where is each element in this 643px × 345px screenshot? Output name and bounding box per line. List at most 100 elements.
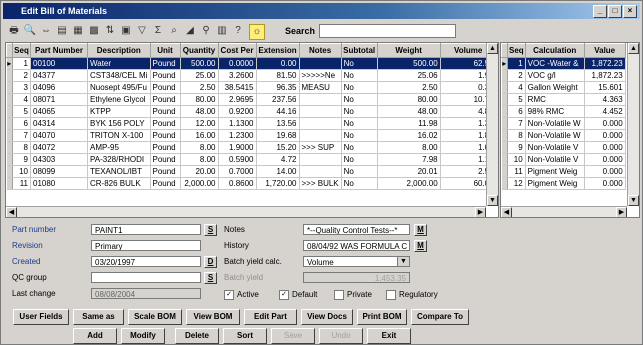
cell-value[interactable]: 4.452 xyxy=(584,105,626,118)
qc-group-field[interactable] xyxy=(91,272,201,283)
calc-horizontal-scrollbar[interactable]: ◀ ▶ xyxy=(501,206,627,217)
scroll-down-icon[interactable]: ▼ xyxy=(487,195,498,206)
close-button[interactable]: × xyxy=(623,5,637,18)
table-row[interactable]: ▸ 1 00100 Water Pound 500.00 0.0000 0.00 No 500.0… xyxy=(6,57,497,70)
batch-yield-calc-select[interactable]: Volume ▼ xyxy=(303,256,410,267)
table-row[interactable]: 8 Non-Volatile W 0.000 xyxy=(501,129,626,142)
scroll-up-icon[interactable]: ▲ xyxy=(487,43,498,54)
cell-subtotal[interactable]: No xyxy=(341,177,378,190)
cell-part-number[interactable]: 04072 xyxy=(30,141,88,154)
part-number-field[interactable]: PAINT1 xyxy=(91,224,201,235)
search-bulb-icon[interactable]: ☼ xyxy=(249,24,265,40)
column-header-seq[interactable]: Seq xyxy=(12,43,31,58)
cell-extension[interactable]: 15.20 xyxy=(256,141,300,154)
cell-description[interactable]: BYK 156 POLY xyxy=(87,117,151,130)
column-header-unit[interactable]: Unit xyxy=(149,43,181,58)
cell-value[interactable]: 1,872.23 xyxy=(584,57,626,70)
cell-notes[interactable] xyxy=(299,129,342,142)
table-row[interactable]: 8 04072 AMP-95 Pound 8.00 1.9000 15.20 >>> SUP N… xyxy=(6,141,497,154)
cell-extension[interactable]: 19.68 xyxy=(256,129,300,142)
cell-seq[interactable]: 5 xyxy=(507,93,526,106)
cell-seq[interactable]: 8 xyxy=(12,141,31,154)
cell-seq[interactable]: 5 xyxy=(12,105,31,118)
cell-unit[interactable]: Pound xyxy=(150,81,181,94)
cell-description[interactable]: Ethylene Glycol xyxy=(87,93,151,106)
details-icon[interactable]: ▤ xyxy=(55,24,69,38)
cell-unit[interactable]: Pound xyxy=(150,69,181,82)
table-row[interactable]: 2 VOC g/l 1,872.23 xyxy=(501,69,626,82)
cell-unit[interactable]: Pound xyxy=(150,105,181,118)
column-header-seq[interactable]: Seq xyxy=(507,43,526,58)
part-number-search-button[interactable]: S xyxy=(204,224,217,236)
cell-subtotal[interactable]: No xyxy=(341,69,378,82)
table-row[interactable]: 3 04096 Nuosept 495/Fu Pound 2.50 38.5415 96.3… xyxy=(6,81,497,94)
cell-description[interactable]: CR-826 BULK xyxy=(87,177,151,190)
cell-calculation[interactable]: Non-Volatile V xyxy=(525,153,585,166)
scroll-left-icon[interactable]: ◀ xyxy=(6,207,17,217)
cell-extension[interactable]: 44.16 xyxy=(256,105,300,118)
cell-calculation[interactable]: Pigment Weig xyxy=(525,177,585,190)
qc-group-search-button[interactable]: S xyxy=(204,272,217,284)
cell-cost-per[interactable]: 1.2300 xyxy=(218,129,257,142)
cell-weight[interactable]: 16.02 xyxy=(377,129,441,142)
cell-subtotal[interactable]: No xyxy=(341,57,378,70)
cell-part-number[interactable]: 00100 xyxy=(30,57,88,70)
cell-value[interactable]: 0.000 xyxy=(584,117,626,130)
save-button[interactable]: Save xyxy=(271,328,315,344)
cell-quantity[interactable]: 20.00 xyxy=(180,165,219,178)
cell-notes[interactable] xyxy=(299,165,342,178)
cell-part-number[interactable]: 04314 xyxy=(30,117,88,130)
default-checkbox[interactable]: ✓ Default xyxy=(279,290,317,300)
notes-memo-button[interactable]: M xyxy=(414,224,427,236)
table-row[interactable]: 10 08099 TEXANOL/IBT Pound 20.00 0.7000 14.00 N… xyxy=(6,165,497,178)
user-fields-button[interactable]: User Fields xyxy=(13,309,69,325)
column-header-notes[interactable]: Notes xyxy=(298,43,342,58)
cell-seq[interactable]: 11 xyxy=(507,165,526,178)
cell-calculation[interactable]: VOC -Water & xyxy=(525,57,585,70)
cell-description[interactable]: KTPP xyxy=(87,105,151,118)
column-header-cost-per[interactable]: Cost Per xyxy=(217,43,257,58)
table-row[interactable]: 6 04314 BYK 156 POLY Pound 12.00 1.1300 13.56 N… xyxy=(6,117,497,130)
cell-seq[interactable]: 1 xyxy=(12,57,31,70)
cell-notes[interactable] xyxy=(299,57,342,70)
table-row[interactable]: 11 Pigment Weig 0.000 xyxy=(501,165,626,178)
cell-cost-per[interactable]: 0.7000 xyxy=(218,165,257,178)
pin-icon[interactable]: ⚲ xyxy=(199,24,213,38)
cell-seq[interactable]: 7 xyxy=(507,117,526,130)
cell-unit[interactable]: Pound xyxy=(150,117,181,130)
sum-icon[interactable]: Σ xyxy=(151,24,165,38)
cell-description[interactable]: Nuosept 495/Fu xyxy=(87,81,151,94)
cell-seq[interactable]: 6 xyxy=(507,105,526,118)
edit-part-button[interactable]: Edit Part xyxy=(244,309,297,325)
cell-notes[interactable] xyxy=(299,117,342,130)
private-checkbox[interactable]: Private xyxy=(334,290,372,300)
find-icon[interactable]: ⌕ xyxy=(167,24,181,38)
help-icon[interactable]: ? xyxy=(231,24,245,38)
cell-cost-per[interactable]: 3.2600 xyxy=(218,69,257,82)
undo-button[interactable]: Undo xyxy=(319,328,363,344)
column-header-calculation[interactable]: Calculation xyxy=(524,43,585,58)
sort-button[interactable]: Sort xyxy=(223,328,267,344)
scroll-up-icon[interactable]: ▲ xyxy=(628,43,639,54)
cell-unit[interactable]: Pound xyxy=(150,129,181,142)
column-header-weight[interactable]: Weight xyxy=(376,43,441,58)
table-row[interactable]: 11 01080 CR-826 BULK Pound 2,000.00 0.8600 1,7… xyxy=(6,177,497,190)
cell-extension[interactable]: 14.00 xyxy=(256,165,300,178)
regulatory-checkbox[interactable]: Regulatory xyxy=(386,290,438,300)
cell-quantity[interactable]: 500.00 xyxy=(180,57,219,70)
cell-weight[interactable]: 2.50 xyxy=(377,81,441,94)
cell-extension[interactable]: 81.50 xyxy=(256,69,300,82)
table-row[interactable]: 9 04303 PA-328/RHODI Pound 8.00 0.5900 4.72 No 7… xyxy=(6,153,497,166)
cell-part-number[interactable]: 04377 xyxy=(30,69,88,82)
table-row[interactable]: 504065KTPPPound48.000.920044.16No48.004.… xyxy=(6,105,497,118)
cell-seq[interactable]: 8 xyxy=(507,129,526,142)
cell-unit[interactable]: Pound xyxy=(150,93,181,106)
cell-weight[interactable]: 80.00 xyxy=(377,93,441,106)
cell-description[interactable]: Water xyxy=(87,57,151,70)
cell-quantity[interactable]: 2.50 xyxy=(180,81,219,94)
table-row[interactable]: 10 Non-Volatile V 0.000 xyxy=(501,153,626,166)
table-row[interactable]: ▸ 1 VOC -Water & 1,872.23 xyxy=(501,57,626,70)
cell-value[interactable]: 0.000 xyxy=(584,153,626,166)
active-checkbox[interactable]: ✓ Active xyxy=(224,290,259,300)
cell-part-number[interactable]: 04065 xyxy=(30,105,88,118)
